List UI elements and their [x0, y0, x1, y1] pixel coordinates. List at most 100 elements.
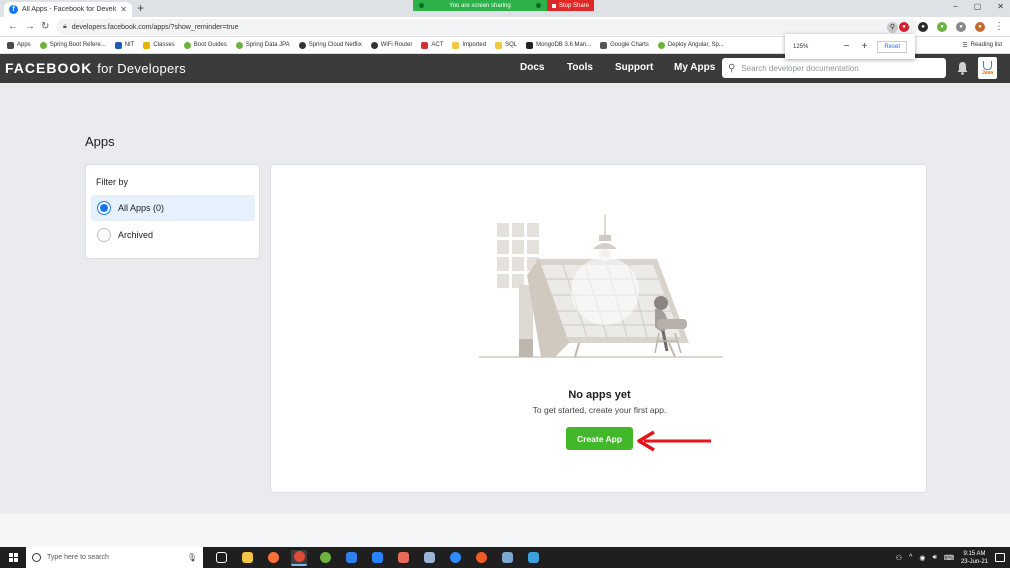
bookmark-item[interactable]: NIT: [114, 41, 135, 49]
screen-sharing-indicator: You are screen sharing: [413, 0, 547, 11]
browser-tab-bar: f All Apps - Facebook for Developers ✕ +…: [0, 0, 1010, 17]
bookmark-item[interactable]: Spring Boot Refere...: [39, 41, 106, 49]
stop-share-label: Stop Share: [559, 2, 590, 9]
radio-selected-icon[interactable]: [97, 201, 111, 215]
back-arrow-icon[interactable]: ←: [8, 21, 18, 32]
search-input[interactable]: [741, 63, 940, 73]
bookmark-item[interactable]: Boot Guides: [183, 41, 227, 49]
zoom-popup: 125% − + Reset: [785, 34, 915, 59]
bookmark-item[interactable]: Spring Cloud Netflix: [298, 41, 362, 49]
browser-menu-icon[interactable]: ⋮: [994, 21, 1004, 32]
restore-button[interactable]: ▢: [974, 2, 982, 11]
postman-icon[interactable]: [473, 550, 489, 566]
zoom-icon[interactable]: [447, 550, 463, 566]
filter-option-label: All Apps (0): [118, 203, 165, 213]
bookmark-item[interactable]: Classes: [143, 41, 175, 49]
bookmark-label: ACT: [431, 42, 444, 48]
url-omnibox[interactable]: 🔒︎ developers.facebook.com/apps/?show_re…: [56, 19, 918, 35]
network-icon[interactable]: ◉: [919, 554, 925, 562]
bookmark-item[interactable]: Google Charts: [600, 41, 649, 49]
bookmark-item[interactable]: Spring Data JPA: [235, 41, 290, 49]
browser-tab[interactable]: f All Apps - Facebook for Developers ✕: [4, 2, 132, 17]
profile-avatar[interactable]: Java: [978, 57, 997, 79]
bookmark-label: NIT: [124, 42, 135, 48]
forward-arrow-icon[interactable]: →: [25, 21, 35, 32]
url-text[interactable]: developers.facebook.com/apps/?show_remin…: [72, 24, 882, 31]
action-center-icon[interactable]: [995, 553, 1005, 562]
taskbar-search[interactable]: Type here to search 🎙︎: [26, 547, 203, 568]
people-icon[interactable]: ⚇: [896, 554, 902, 562]
sourcetree-icon[interactable]: [369, 550, 385, 566]
filter-option-all-apps[interactable]: All Apps (0): [91, 195, 255, 221]
bookmark-item[interactable]: Imported: [452, 41, 487, 49]
windows-taskbar: Type here to search 🎙︎ ⚇ ^ ◉ 🔊︎ ⌨ 9:15 A…: [0, 547, 1010, 568]
empty-state-subtitle: To get started, create your first app.: [532, 405, 667, 415]
filter-title: Filter by: [96, 177, 129, 187]
site-logo[interactable]: FACEBOOK for Developers: [5, 60, 186, 76]
microphone-icon[interactable]: 🎙︎: [187, 553, 197, 562]
file-explorer-icon[interactable]: [239, 550, 255, 566]
filter-option-label: Archived: [118, 230, 154, 240]
doc-search: ⚲: [722, 58, 946, 78]
chrome-icon[interactable]: [291, 549, 307, 566]
app-window-icon[interactable]: [525, 550, 541, 566]
zoom-out-button[interactable]: −: [844, 41, 850, 52]
brand-sub: for Developers: [97, 61, 186, 76]
bookmark-apps[interactable]: Apps: [7, 41, 31, 49]
system-tray: ⚇ ^ ◉ 🔊︎ ⌨ 9:15 AM 23-Jun-21: [896, 547, 988, 568]
bookmark-item[interactable]: WiFi Router: [370, 41, 412, 49]
nav-docs[interactable]: Docs: [520, 62, 544, 73]
zoom-indicator-icon[interactable]: ⚲: [886, 21, 898, 33]
start-button[interactable]: [0, 547, 26, 568]
empty-state-title: No apps yet: [568, 389, 631, 401]
editor-icon[interactable]: [395, 550, 411, 566]
nav-tools[interactable]: Tools: [567, 62, 593, 73]
create-app-button[interactable]: Create App: [566, 427, 633, 450]
extension-dark-icon[interactable]: ●: [918, 21, 928, 32]
clock-date: 23-Jun-21: [960, 558, 988, 565]
bookmark-item[interactable]: ACT: [421, 41, 444, 49]
vscode-icon[interactable]: [343, 550, 359, 566]
extensions-puzzle-icon[interactable]: ●: [956, 21, 966, 32]
database-icon[interactable]: [499, 550, 515, 566]
bookmark-item[interactable]: Deploy Angular, Sp...: [657, 41, 724, 49]
minimize-button[interactable]: −: [953, 2, 958, 11]
nav-my-apps[interactable]: My Apps: [674, 62, 715, 73]
google-charts-icon: [600, 41, 608, 49]
reload-icon[interactable]: ↻: [41, 21, 49, 32]
bookmark-item[interactable]: SQL: [495, 41, 517, 49]
bookmark-label: Spring Cloud Netflix: [308, 42, 362, 48]
extension-green-icon[interactable]: ●: [937, 21, 947, 32]
bookmark-label: Imported: [462, 42, 487, 48]
zoom-reset-button[interactable]: Reset: [877, 40, 907, 53]
firefox-icon[interactable]: [265, 550, 281, 566]
nav-support[interactable]: Support: [615, 62, 653, 73]
radio-unselected-icon[interactable]: [97, 228, 111, 242]
profile-avatar-icon[interactable]: ●: [975, 21, 985, 32]
stop-share-button[interactable]: Stop Share: [547, 0, 595, 11]
remote-desktop-icon[interactable]: [421, 550, 437, 566]
extension-red-icon[interactable]: ●: [899, 21, 909, 32]
spring-tool-suite-icon[interactable]: [317, 550, 333, 566]
mongodb-icon: [526, 41, 534, 49]
taskbar-search-placeholder: Type here to search: [47, 554, 109, 561]
cortana-icon: [32, 553, 41, 562]
keyboard-icon[interactable]: ⌨: [944, 554, 954, 562]
screen-sharing-text: You are screen sharing: [449, 2, 511, 9]
new-tab-button[interactable]: +: [137, 2, 144, 15]
show-hidden-icons-chevron-icon[interactable]: ^: [909, 554, 912, 561]
facebook-favicon-icon: f: [9, 5, 18, 14]
reading-list-button[interactable]: ☰ Reading list: [962, 42, 1002, 49]
volume-icon[interactable]: 🔊︎: [932, 554, 936, 562]
github-icon: [298, 41, 306, 49]
task-view-icon[interactable]: [213, 550, 229, 566]
bookmark-item[interactable]: MongoDB 3.6 Man...: [526, 41, 592, 49]
empty-state-illustration: [479, 215, 723, 358]
close-tab-icon[interactable]: ✕: [120, 5, 127, 14]
bookmark-label: MongoDB 3.6 Man...: [536, 42, 592, 48]
clock[interactable]: 9:15 AM 23-Jun-21: [961, 550, 988, 566]
zoom-in-button[interactable]: +: [861, 41, 867, 52]
close-window-button[interactable]: ✕: [997, 2, 1004, 11]
notifications-bell-icon[interactable]: [956, 61, 969, 75]
filter-option-archived[interactable]: Archived: [91, 222, 255, 248]
